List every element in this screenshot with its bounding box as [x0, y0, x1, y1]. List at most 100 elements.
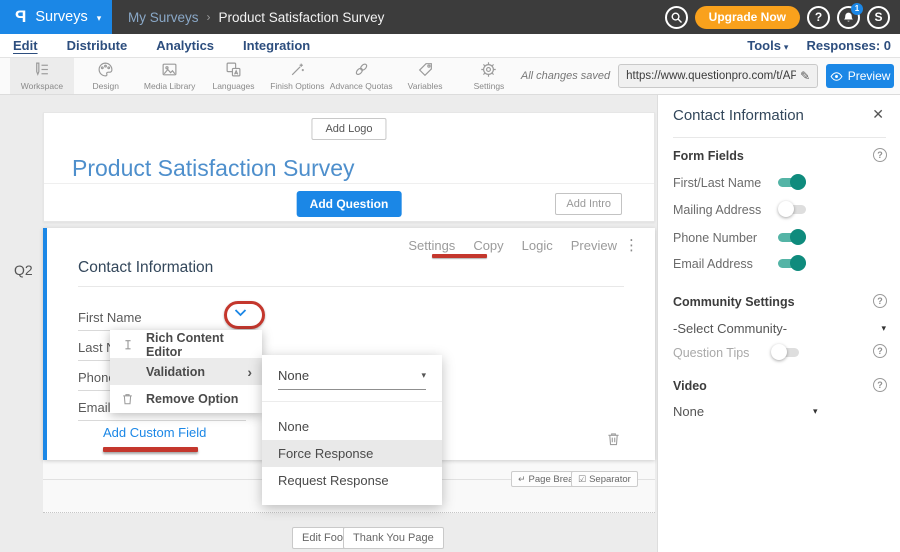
validation-option-none[interactable]: None: [262, 413, 442, 440]
toggle-email-address[interactable]: [778, 255, 806, 271]
survey-header-footer: Add Question Add Intro: [44, 183, 654, 221]
section-community-settings: Community Settings: [673, 295, 795, 309]
chevron-down-icon: ▾: [784, 42, 789, 52]
question-settings-link[interactable]: Settings: [408, 238, 455, 253]
field-context-menu: Rich Content Editor Validation › Remove …: [110, 330, 262, 413]
submenu-arrow-icon: ›: [247, 365, 252, 379]
toolbar-item-design[interactable]: Design: [74, 58, 138, 94]
menu-item-label: Remove Option: [146, 392, 238, 406]
validation-selected-value: None: [278, 368, 309, 383]
toggle-label-email-address: Email Address: [673, 257, 753, 271]
question-logic-link[interactable]: Logic: [522, 238, 553, 253]
menu-item-validation[interactable]: Validation ›: [110, 358, 262, 385]
preview-button-label: Preview: [848, 69, 891, 83]
field-row-first-name[interactable]: First Name: [78, 310, 246, 331]
toolbar-item-variables[interactable]: Variables: [393, 58, 457, 94]
eye-icon: [830, 72, 843, 81]
thank-you-page-button[interactable]: Thank You Page: [343, 527, 444, 549]
app-menu[interactable]: P Surveys ▾: [0, 0, 112, 34]
tab-analytics[interactable]: Analytics: [156, 38, 214, 53]
survey-url: https://www.questionpro.com/t/AP53kZgUI: [626, 70, 796, 82]
separator-button[interactable]: ☑ Separator: [571, 471, 638, 487]
toggle-label-first-last-name: First/Last Name: [673, 176, 761, 190]
validation-select[interactable]: None ▾: [278, 368, 426, 390]
chevron-down-icon[interactable]: ▾: [813, 406, 818, 417]
section-video: Video: [673, 379, 707, 393]
help-icon[interactable]: ?: [873, 294, 887, 308]
delete-question-button[interactable]: [607, 432, 620, 446]
tools-menu[interactable]: Tools▾: [747, 38, 788, 53]
edit-url-icon[interactable]: ✎: [800, 69, 810, 83]
chevron-down-icon: ▾: [97, 13, 102, 24]
preview-button[interactable]: Preview: [826, 64, 894, 88]
notification-badge: 1: [851, 3, 863, 15]
toolbar-item-label: Design: [93, 81, 119, 91]
toggle-first-last-name[interactable]: [778, 174, 806, 190]
survey-url-field[interactable]: https://www.questionpro.com/t/AP53kZgUI …: [618, 64, 818, 88]
help-icon[interactable]: ?: [873, 148, 887, 162]
menu-item-remove-option[interactable]: Remove Option: [110, 385, 262, 412]
question-code: Q2: [14, 262, 33, 278]
trash-icon: [122, 393, 146, 405]
toggle-phone-number[interactable]: [778, 229, 806, 245]
validation-options: None Force Response Request Response: [262, 413, 442, 494]
help-icon: ?: [815, 10, 822, 24]
tab-integration[interactable]: Integration: [243, 38, 310, 53]
toolbar-item-finish-options[interactable]: Finish Options: [265, 58, 329, 94]
add-question-button[interactable]: Add Question: [297, 191, 402, 217]
upgrade-now-button[interactable]: Upgrade Now: [695, 6, 800, 29]
design-icon: [97, 61, 114, 78]
toolbar-item-advance-quotas[interactable]: Advance Quotas: [329, 58, 393, 94]
toolbar-item-label: Media Library: [144, 81, 196, 91]
toolbar-item-label: Finish Options: [270, 81, 324, 91]
validation-option-force-response[interactable]: Force Response: [262, 440, 442, 467]
toolbar-item-languages[interactable]: Languages: [202, 58, 266, 94]
toolbar-item-media-library[interactable]: Media Library: [138, 58, 202, 94]
close-icon[interactable]: ✕: [872, 106, 884, 123]
toggle-label-phone-number: Phone Number: [673, 231, 757, 245]
help-icon[interactable]: ?: [873, 378, 887, 392]
toggle-question-tips[interactable]: [771, 344, 799, 360]
toolbar-item-settings[interactable]: Settings: [457, 58, 521, 94]
tab-edit[interactable]: Edit: [13, 38, 38, 53]
add-intro-button[interactable]: Add Intro: [555, 193, 622, 215]
panel-divider: [673, 137, 886, 138]
toggle-label-mailing-address: Mailing Address: [673, 203, 761, 217]
toolbar-item-label: Advance Quotas: [330, 81, 393, 91]
add-logo-button[interactable]: Add Logo: [311, 118, 386, 140]
breadcrumb-parent[interactable]: My Surveys: [128, 10, 199, 25]
toggle-label-question-tips: Question Tips: [673, 346, 749, 360]
toolbar-item-label: Settings: [474, 81, 505, 91]
chevron-down-icon[interactable]: ▾: [881, 323, 886, 334]
finish-options-icon: [289, 61, 306, 78]
notifications-button[interactable]: 1: [837, 6, 860, 29]
responses-count[interactable]: Responses: 0: [806, 38, 891, 53]
question-preview-link[interactable]: Preview: [571, 238, 617, 253]
add-custom-field-link[interactable]: Add Custom Field: [103, 425, 206, 440]
toolbar-item-label: Languages: [212, 81, 254, 91]
validation-option-request-response[interactable]: Request Response: [262, 467, 442, 494]
header-actions: Upgrade Now ? 1 S: [665, 6, 900, 29]
help-button[interactable]: ?: [807, 6, 830, 29]
breadcrumb-separator-icon: ›: [207, 10, 211, 24]
avatar-initial: S: [874, 10, 882, 24]
kebab-menu-icon[interactable]: ⋮: [624, 236, 639, 254]
toolbar-item-label: Variables: [408, 81, 443, 91]
toggle-mailing-address[interactable]: [778, 201, 806, 217]
video-dropdown[interactable]: None: [673, 404, 704, 419]
submenu-divider: [262, 401, 442, 402]
avatar[interactable]: S: [867, 6, 890, 29]
question-title[interactable]: Contact Information: [78, 259, 213, 277]
select-community-dropdown[interactable]: -Select Community-: [673, 321, 787, 336]
survey-title[interactable]: Product Satisfaction Survey: [72, 155, 355, 182]
menu-item-rich-content-editor[interactable]: Rich Content Editor: [110, 331, 262, 358]
question-divider: [78, 286, 624, 287]
chip-label: Separator: [589, 474, 631, 485]
menu-item-label: Validation: [146, 365, 205, 379]
question-copy-link[interactable]: Copy: [473, 238, 503, 253]
toolbar-item-workspace[interactable]: Workspace: [10, 58, 74, 94]
search-button[interactable]: [665, 6, 688, 29]
tab-distribute[interactable]: Distribute: [67, 38, 128, 53]
help-icon[interactable]: ?: [873, 344, 887, 358]
settings-icon: [480, 61, 497, 78]
